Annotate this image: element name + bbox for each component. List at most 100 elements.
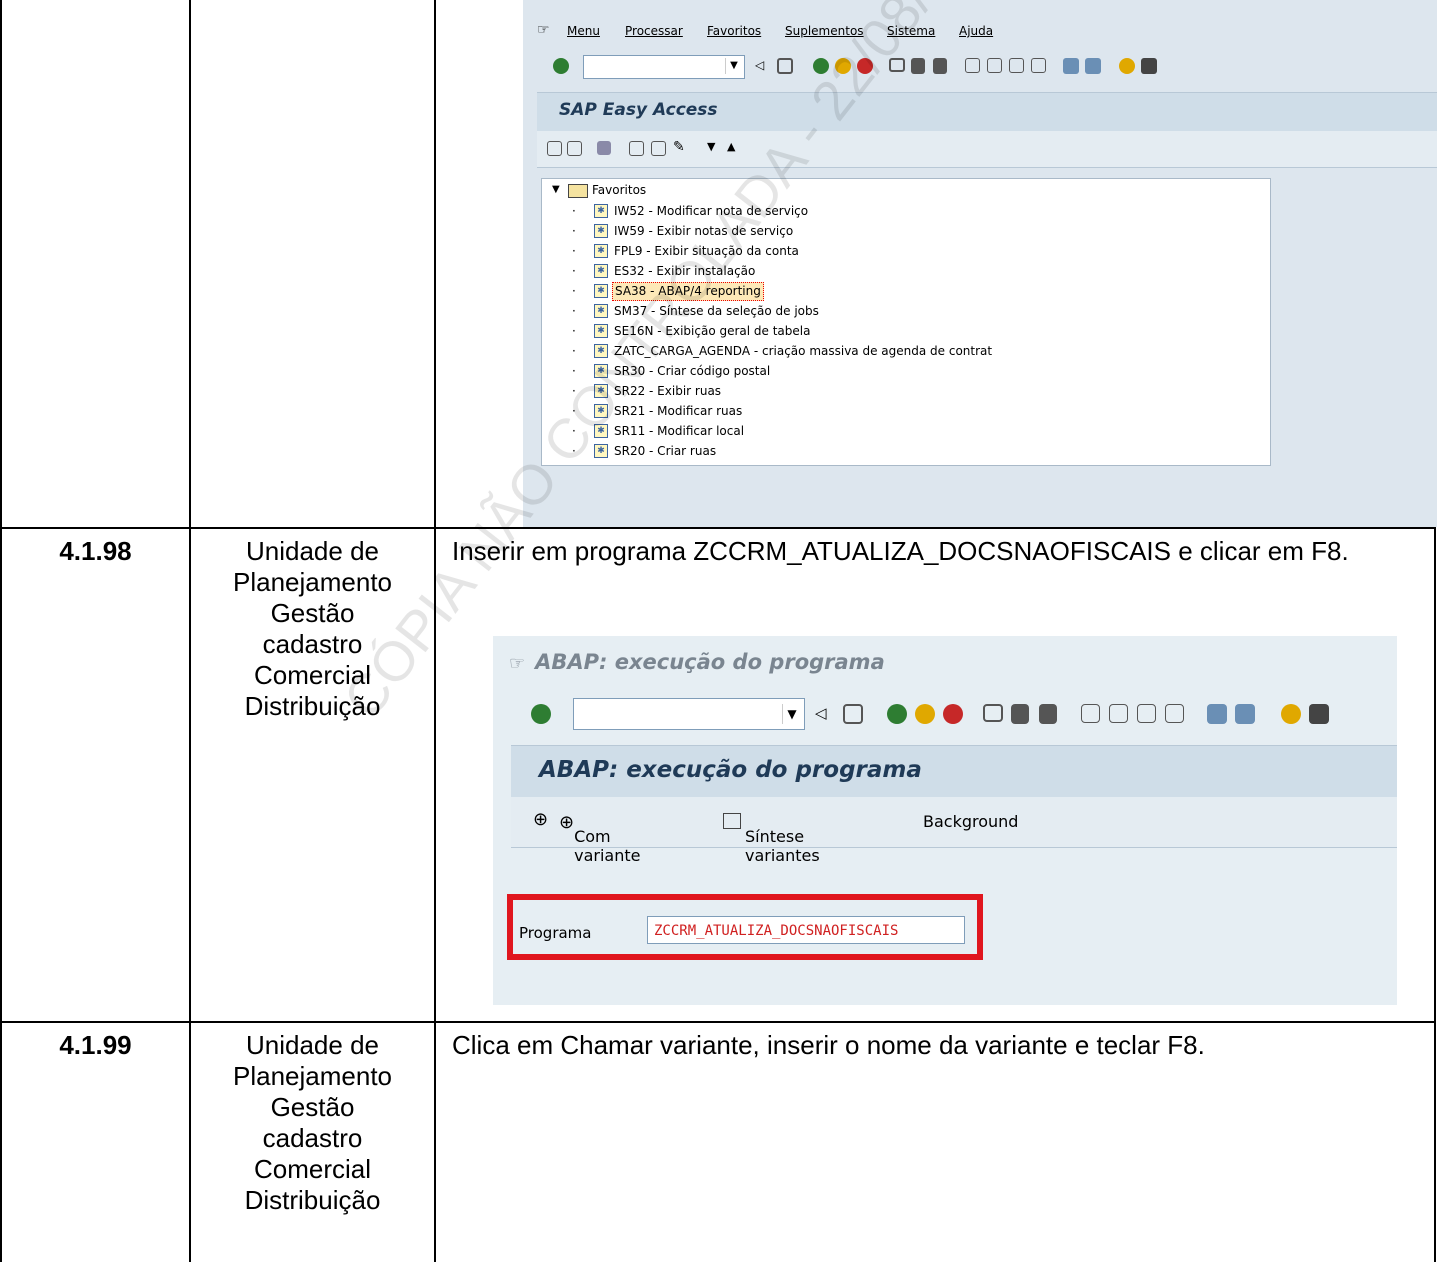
last-page-icon[interactable] — [1031, 58, 1046, 73]
delete-favorite-icon[interactable] — [629, 141, 644, 156]
table-border-col2 — [434, 0, 436, 1262]
transaction-icon: ✱ — [594, 444, 608, 458]
menu-icon: ☞ — [537, 22, 550, 38]
command-field[interactable]: ▼ — [583, 55, 745, 79]
step-number: 4.1.99 — [59, 1030, 132, 1060]
unit-line: Gestão — [270, 1092, 355, 1122]
unit-line: cadastro — [262, 629, 363, 659]
create-session-icon[interactable] — [1207, 704, 1227, 724]
previous-page-icon[interactable] — [987, 58, 1002, 73]
layout-menu-icon[interactable] — [1309, 704, 1329, 724]
transaction-icon: ✱ — [594, 384, 608, 398]
variant-overview-button[interactable]: Síntese variantes — [723, 812, 820, 865]
folder-icon — [568, 184, 588, 198]
help-icon[interactable] — [1119, 58, 1135, 74]
back-arrow-icon[interactable]: ◁ — [815, 704, 835, 724]
execute-icon: ⊕ — [559, 812, 575, 833]
chevron-down-icon[interactable]: ▼ — [782, 704, 801, 724]
transaction-icon: ✱ — [594, 404, 608, 418]
step-instruction: Clica em Chamar variante, inserir o nome… — [452, 1030, 1205, 1060]
execute-icon[interactable]: ⊕ — [533, 809, 548, 830]
chevron-down-icon: ▼ — [552, 184, 560, 195]
back-icon[interactable] — [813, 58, 829, 74]
transaction-icon: ✱ — [594, 344, 608, 358]
unit-line: Comercial — [253, 1154, 372, 1184]
shortcut-icon[interactable] — [1235, 704, 1255, 724]
first-page-icon[interactable] — [965, 58, 980, 73]
exit-icon[interactable] — [915, 704, 935, 724]
application-toolbar: ⊕ ⊕ Com variante Síntese variantes Backgr… — [511, 797, 1397, 865]
transaction-icon: ✱ — [594, 244, 608, 258]
menu-item[interactable]: Menu — [567, 24, 600, 38]
find-next-icon[interactable] — [933, 58, 947, 74]
expand-icon[interactable]: ▼ — [707, 140, 723, 156]
standard-toolbar: ▼ ◁ — [523, 52, 1437, 84]
print-icon[interactable] — [983, 704, 1003, 722]
enter-icon[interactable] — [553, 58, 569, 74]
back-arrow-icon[interactable]: ◁ — [755, 58, 771, 74]
title-bar: SAP Easy Access — [537, 92, 1437, 131]
change-favorites-icon[interactable] — [597, 141, 611, 155]
first-page-icon[interactable] — [1081, 704, 1100, 723]
execute-with-variant-button[interactable]: ⊕ Com variante — [559, 812, 640, 865]
command-field[interactable]: ▼ — [573, 698, 805, 730]
unit-line: Planejamento — [233, 1061, 392, 1091]
add-favorite-icon[interactable] — [567, 141, 582, 156]
transaction-icon: ✱ — [594, 324, 608, 338]
chevron-down-icon[interactable]: ▼ — [725, 58, 742, 74]
title-bar: ABAP: execução do programa — [511, 745, 1397, 798]
shortcut-icon[interactable] — [1085, 58, 1101, 74]
unit-line: Distribuição — [244, 1185, 381, 1215]
layout-menu-icon[interactable] — [1141, 58, 1157, 74]
application-toolbar: ✎ ▼ ▲ — [537, 131, 1437, 168]
menu-bar: ☞ Menu Processar Favoritos Suplementos S… — [523, 18, 1437, 48]
transaction-icon: ✱ — [594, 264, 608, 278]
standard-toolbar: ▼ ◁ — [493, 694, 1397, 734]
transaction-icon: ✱ — [594, 424, 608, 438]
save-icon[interactable] — [843, 704, 863, 724]
last-page-icon[interactable] — [1165, 704, 1184, 723]
transaction-icon: ✱ — [594, 284, 608, 298]
responsible-unit: Unidade de Planejamento Gestão cadastro … — [191, 1030, 434, 1216]
help-icon[interactable] — [1281, 704, 1301, 724]
unit-line: Distribuição — [244, 691, 381, 721]
back-icon[interactable] — [887, 704, 907, 724]
unit-line: Comercial — [253, 660, 372, 690]
menu-item[interactable]: Favoritos — [707, 24, 761, 38]
previous-page-icon[interactable] — [1109, 704, 1128, 723]
folder-label: Favoritos — [592, 183, 647, 197]
abap-execution-screenshot: ☞ ABAP: execução do programa ▼ ◁ ABAP: ex… — [493, 636, 1397, 1005]
print-icon[interactable] — [889, 58, 905, 72]
create-session-icon[interactable] — [1063, 58, 1079, 74]
step-number: 4.1.98 — [59, 536, 132, 566]
menu-item[interactable]: Sistema — [887, 24, 935, 38]
find-icon[interactable] — [1011, 704, 1029, 724]
program-input[interactable]: ZCCRM_ATUALIZA_DOCSNAOFISCAIS — [647, 916, 965, 944]
menu-item[interactable]: Suplementos — [785, 24, 864, 38]
variant-icon — [723, 813, 741, 829]
unit-line: cadastro — [262, 1123, 363, 1153]
table-border-left — [0, 0, 2, 1262]
transaction-icon: ✱ — [594, 204, 608, 218]
next-page-icon[interactable] — [1009, 58, 1024, 73]
edit-icon[interactable]: ✎ — [673, 139, 689, 155]
next-page-icon[interactable] — [1137, 704, 1156, 723]
move-favorite-icon[interactable] — [651, 141, 666, 156]
other-menu-icon[interactable] — [547, 141, 562, 156]
exit-icon[interactable] — [835, 58, 851, 74]
unit-line: Unidade de — [246, 536, 379, 566]
unit-line: Unidade de — [246, 1030, 379, 1060]
find-icon[interactable] — [911, 58, 925, 74]
favorites-tree: ▼ Favoritos · ✱ IW52 - Modificar nota de s… — [541, 178, 1271, 466]
cancel-icon[interactable] — [857, 58, 873, 74]
cancel-icon[interactable] — [943, 704, 963, 724]
save-icon[interactable] — [777, 58, 793, 74]
collapse-icon[interactable]: ▲ — [727, 140, 743, 156]
menu-item[interactable]: Ajuda — [959, 24, 993, 38]
table-row-divider — [0, 1021, 1436, 1023]
unit-line: Gestão — [270, 598, 355, 628]
menu-item[interactable]: Processar — [625, 24, 683, 38]
find-next-icon[interactable] — [1039, 704, 1057, 724]
enter-icon[interactable] — [531, 704, 551, 724]
background-button[interactable]: Background — [923, 812, 1018, 831]
